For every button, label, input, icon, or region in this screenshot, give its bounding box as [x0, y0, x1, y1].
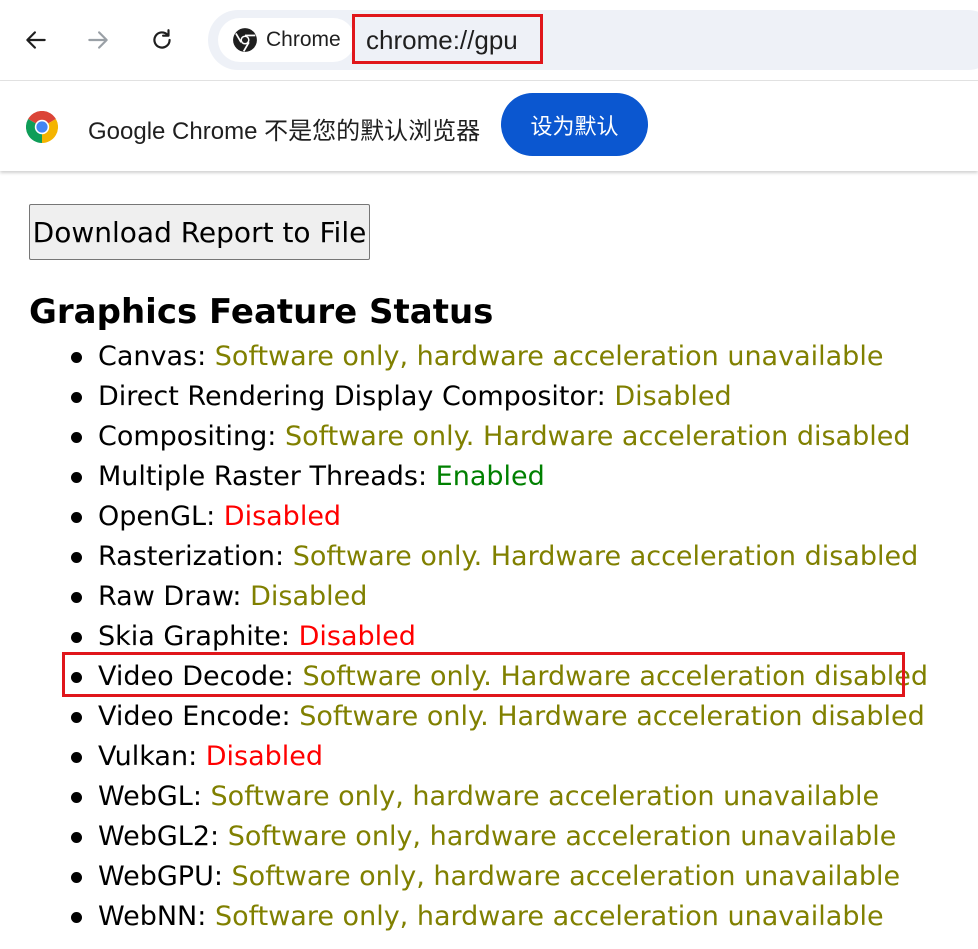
feature-name: Raw Draw: — [98, 581, 242, 612]
status-text: Disabled — [298, 621, 416, 652]
infobar-message: Google Chrome 不是您的默认浏览器 — [88, 118, 481, 145]
list-item: WebGL2: Software only, hardware accelera… — [71, 817, 928, 857]
list-item: Skia Graphite: Disabled — [71, 617, 928, 657]
status-text: Disabled — [250, 581, 368, 612]
back-button[interactable] — [16, 20, 56, 60]
browser-toolbar: Chrome chrome://gpu — [0, 0, 978, 81]
list-item: Canvas: Software only, hardware accelera… — [71, 337, 928, 377]
list-item: OpenGL: Disabled — [71, 497, 928, 537]
feature-name: WebGL: — [98, 781, 202, 812]
list-item: Compositing: Software only. Hardware acc… — [71, 417, 928, 457]
chrome-icon — [233, 28, 257, 52]
status-text: Software only. Hardware acceleration dis… — [299, 701, 925, 732]
status-text: Software only, hardware acceleration una… — [210, 781, 880, 812]
feature-name: Compositing: — [98, 421, 277, 452]
list-item: Raw Draw: Disabled — [71, 577, 928, 617]
page-title: Graphics Feature Status — [29, 292, 494, 332]
video-decode-highlight-box — [62, 652, 905, 697]
status-text: Disabled — [223, 501, 342, 532]
site-info-chip[interactable]: Chrome — [218, 18, 355, 62]
status-text: Software only. Hardware acceleration dis… — [292, 541, 919, 572]
status-text: Software only. Hardware acceleration dis… — [284, 421, 911, 452]
reload-icon — [153, 29, 171, 49]
feature-name: WebNN: — [98, 901, 207, 932]
list-item: Multiple Raster Threads: Enabled — [71, 457, 928, 497]
feature-name: Vulkan: — [98, 741, 198, 772]
feature-name: WebGPU: — [98, 861, 223, 892]
set-default-button[interactable]: 设为默认 — [501, 93, 648, 156]
omnibox[interactable]: Chrome chrome://gpu — [208, 10, 978, 70]
chip-label: Chrome — [266, 28, 341, 51]
status-text: Software only, hardware acceleration una… — [214, 341, 884, 372]
list-item: WebGL: Software only, hardware accelerat… — [71, 777, 928, 817]
status-text: Enabled — [435, 461, 545, 492]
download-report-button[interactable]: Download Report to File — [29, 204, 370, 260]
feature-name: Canvas: — [98, 341, 207, 372]
default-browser-infobar: Google Chrome 不是您的默认浏览器 设为默认 — [0, 81, 978, 171]
status-text: Software only, hardware acceleration una… — [231, 861, 901, 892]
reload-button[interactable] — [142, 20, 182, 60]
status-text: Software only, hardware acceleration una… — [214, 901, 884, 932]
feature-name: Direct Rendering Display Compositor: — [98, 381, 606, 412]
url-highlight-box — [352, 14, 543, 64]
list-item: Video Encode: Software only. Hardware ac… — [71, 697, 928, 737]
feature-name: WebGL2: — [98, 821, 220, 852]
forward-button[interactable] — [78, 20, 118, 60]
feature-name: Multiple Raster Threads: — [98, 461, 428, 492]
status-text: Disabled — [614, 381, 732, 412]
list-item: Direct Rendering Display Compositor: Dis… — [71, 377, 928, 417]
feature-status-list: Canvas: Software only, hardware accelera… — [71, 337, 928, 937]
list-item: Rasterization: Software only. Hardware a… — [71, 537, 928, 577]
feature-name: Rasterization: — [98, 541, 285, 572]
feature-name: Skia Graphite: — [98, 621, 291, 652]
list-item: WebNN: Software only, hardware accelerat… — [71, 897, 928, 937]
feature-name: Video Encode: — [98, 701, 291, 732]
arrow-right-icon — [88, 31, 108, 49]
chrome-logo-icon — [26, 111, 58, 143]
list-item: WebGPU: Software only, hardware accelera… — [71, 857, 928, 897]
arrow-left-icon — [26, 31, 46, 49]
status-text: Disabled — [205, 741, 324, 772]
feature-name: OpenGL: — [98, 501, 216, 532]
list-item: Vulkan: Disabled — [71, 737, 928, 777]
status-text: Software only, hardware acceleration una… — [227, 821, 897, 852]
